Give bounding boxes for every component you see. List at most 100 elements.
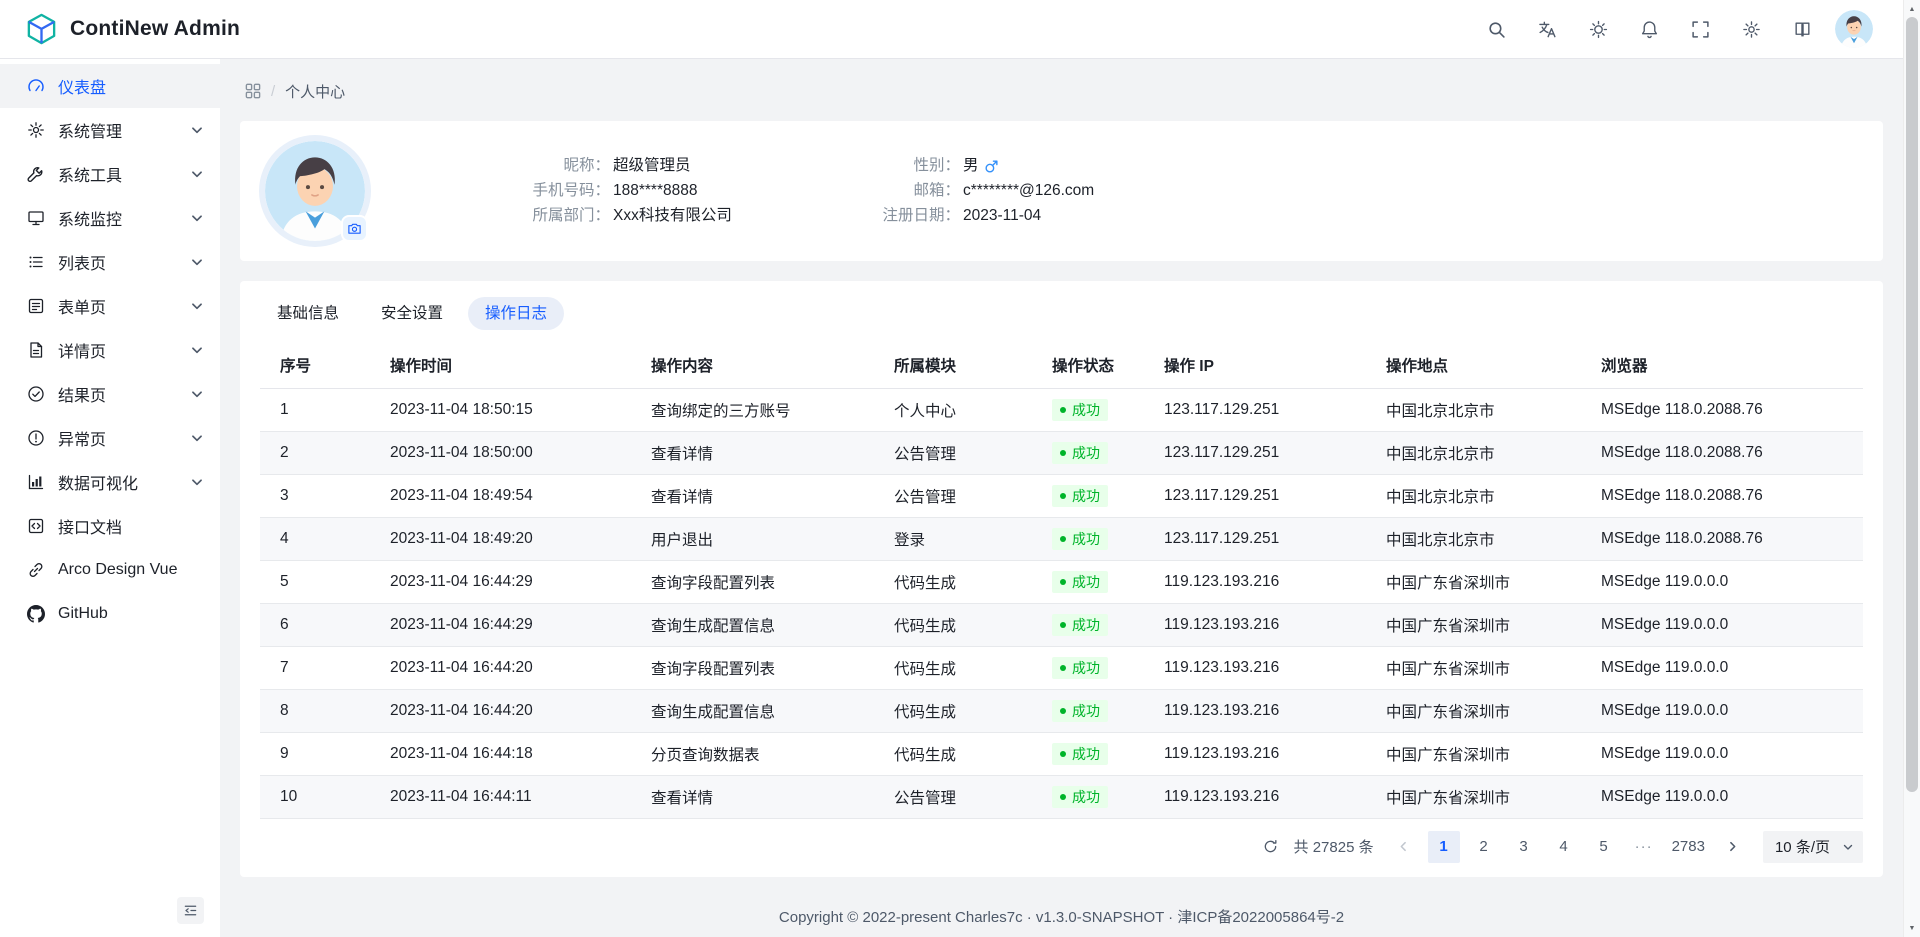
- cell-module: 公告管理: [874, 431, 1032, 474]
- breadcrumb-separator: /: [271, 83, 275, 100]
- scroll-down-arrow-icon[interactable]: ▼: [1904, 920, 1920, 936]
- cell-ip: 123.117.129.251: [1144, 474, 1366, 517]
- cell-no: 3: [260, 474, 370, 517]
- apps-icon[interactable]: [245, 83, 261, 99]
- sidebar-item-system-tools[interactable]: 系统工具: [0, 152, 220, 196]
- sidebar-item-dashboard[interactable]: 仪表盘: [0, 64, 220, 108]
- field-label: 性别：: [840, 154, 960, 178]
- fullscreen-icon: [1691, 20, 1710, 39]
- column-header: 操作 IP: [1144, 343, 1366, 388]
- tab-basic-info[interactable]: 基础信息: [260, 297, 356, 330]
- male-icon: [984, 159, 999, 174]
- department-value: Xxx科技有限公司: [613, 204, 732, 228]
- cell-no: 7: [260, 646, 370, 689]
- tab-security-settings[interactable]: 安全设置: [364, 297, 460, 330]
- page-button-1[interactable]: 1: [1428, 831, 1460, 863]
- app-title: ContiNew Admin: [70, 17, 240, 41]
- success-dot-icon: [1060, 665, 1066, 671]
- chevron-down-icon: [190, 211, 204, 225]
- prev-page-button[interactable]: [1388, 831, 1420, 863]
- cell-ip: 123.117.129.251: [1144, 431, 1366, 474]
- theme-button[interactable]: [1580, 11, 1616, 47]
- brand[interactable]: ContiNew Admin: [24, 12, 240, 47]
- chevron-down-icon: [190, 167, 204, 181]
- change-avatar-button[interactable]: [341, 215, 368, 242]
- field-label: 手机号码：: [490, 179, 610, 203]
- page-size-select[interactable]: 10 条/页: [1763, 831, 1863, 863]
- refresh-button[interactable]: [1256, 832, 1286, 862]
- sidebar-item-exception-pages[interactable]: 异常页: [0, 416, 220, 460]
- link-icon: [27, 561, 45, 579]
- sidebar-item-system-management[interactable]: 系统管理: [0, 108, 220, 152]
- cell-location: 中国北京北京市: [1366, 388, 1581, 431]
- success-dot-icon: [1060, 622, 1066, 628]
- docs-button[interactable]: [1784, 11, 1820, 47]
- cell-time: 2023-11-04 18:50:15: [370, 388, 631, 431]
- code-doc-icon: [27, 517, 45, 535]
- book-icon: [1793, 20, 1812, 39]
- cell-location: 中国广东省深圳市: [1366, 732, 1581, 775]
- page-scrollbar[interactable]: ▲ ▼: [1903, 0, 1920, 937]
- page-button-5[interactable]: 5: [1588, 831, 1620, 863]
- cell-no: 2: [260, 431, 370, 474]
- sidebar-item-list-pages[interactable]: 列表页: [0, 240, 220, 284]
- cell-ip: 119.123.193.216: [1144, 646, 1366, 689]
- sidebar-item-arco-design-vue[interactable]: Arco Design Vue: [0, 548, 220, 592]
- page-button-4[interactable]: 4: [1548, 831, 1580, 863]
- profile-fields: 昵称：超级管理员 手机号码：188****8888 所属部门：Xxx科技有限公司…: [490, 154, 1190, 228]
- column-header: 操作状态: [1032, 343, 1144, 388]
- gear-icon: [27, 121, 45, 139]
- sidebar-item-github[interactable]: GitHub: [0, 592, 220, 636]
- status-badge: 成功: [1052, 743, 1108, 765]
- scrollbar-thumb[interactable]: [1906, 17, 1918, 792]
- fullscreen-button[interactable]: [1682, 11, 1718, 47]
- sidebar-item-data-visualization[interactable]: 数据可视化: [0, 460, 220, 504]
- chevron-down-icon: [190, 299, 204, 313]
- sidebar-item-system-monitor[interactable]: 系统监控: [0, 196, 220, 240]
- chevron-down-icon: [190, 255, 204, 269]
- success-dot-icon: [1060, 751, 1066, 757]
- cell-status: 成功: [1032, 474, 1144, 517]
- sidebar-item-api-docs[interactable]: 接口文档: [0, 504, 220, 548]
- next-page-button[interactable]: [1717, 831, 1749, 863]
- status-badge: 成功: [1052, 399, 1108, 421]
- sidebar-item-form-pages[interactable]: 表单页: [0, 284, 220, 328]
- page-button-2[interactable]: 2: [1468, 831, 1500, 863]
- cell-module: 代码生成: [874, 689, 1032, 732]
- chevron-down-icon: [190, 475, 204, 489]
- sidebar: 仪表盘 系统管理 系统工具 系统监控 列表页 表单页 详情页 结果页 异常页 数…: [0, 59, 220, 937]
- cell-browser: MSEdge 119.0.0.0: [1581, 646, 1863, 689]
- field-label: 昵称：: [490, 154, 610, 178]
- dashboard-icon: [27, 77, 45, 95]
- cell-location: 中国广东省深圳市: [1366, 689, 1581, 732]
- tab-operation-log[interactable]: 操作日志: [468, 297, 564, 330]
- cell-module: 登录: [874, 517, 1032, 560]
- translate-button[interactable]: [1529, 11, 1565, 47]
- cell-location: 中国北京北京市: [1366, 517, 1581, 560]
- page-more-button[interactable]: ···: [1628, 831, 1660, 863]
- page-button-2783[interactable]: 2783: [1668, 831, 1709, 863]
- sun-icon: [1589, 20, 1608, 39]
- github-icon: [27, 605, 45, 623]
- sidebar-item-result-pages[interactable]: 结果页: [0, 372, 220, 416]
- gender-value: 男: [963, 154, 999, 178]
- sidebar-item-detail-pages[interactable]: 详情页: [0, 328, 220, 372]
- cell-time: 2023-11-04 18:49:54: [370, 474, 631, 517]
- column-header: 浏览器: [1581, 343, 1863, 388]
- table-header-row: 序号操作时间操作内容所属模块操作状态操作 IP操作地点浏览器: [260, 343, 1863, 388]
- cell-browser: MSEdge 118.0.2088.76: [1581, 474, 1863, 517]
- notifications-button[interactable]: [1631, 11, 1667, 47]
- sidebar-collapse-button[interactable]: [177, 897, 204, 924]
- monitor-icon: [27, 209, 45, 227]
- search-button[interactable]: [1478, 11, 1514, 47]
- settings-button[interactable]: [1733, 11, 1769, 47]
- camera-icon: [347, 221, 362, 236]
- cell-no: 9: [260, 732, 370, 775]
- email-value: c********@126.com: [963, 179, 1094, 203]
- user-avatar-button[interactable]: [1835, 10, 1873, 48]
- column-header: 所属模块: [874, 343, 1032, 388]
- cell-content: 查看详情: [631, 474, 874, 517]
- scroll-up-arrow-icon[interactable]: ▲: [1904, 1, 1920, 17]
- page-button-3[interactable]: 3: [1508, 831, 1540, 863]
- cell-no: 5: [260, 560, 370, 603]
